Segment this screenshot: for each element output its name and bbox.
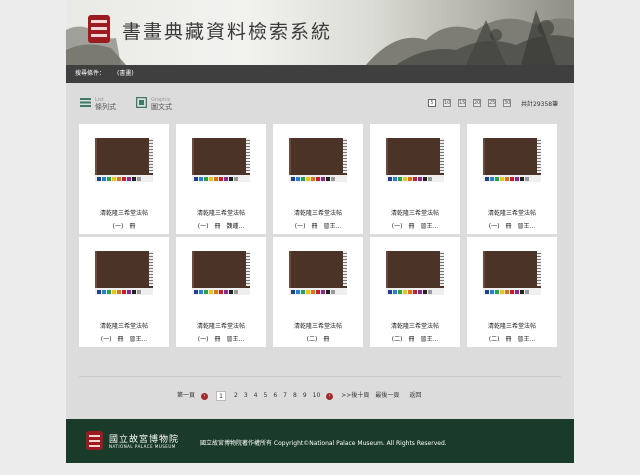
- artwork-thumbnail[interactable]: [192, 251, 250, 295]
- artwork-thumbnail[interactable]: [483, 251, 541, 295]
- page-number-link[interactable]: 3: [244, 391, 248, 401]
- page-size-option-10[interactable]: 10: [443, 99, 451, 107]
- color-calibration-strip: [483, 288, 541, 295]
- page-size-option-30[interactable]: 30: [503, 99, 511, 107]
- result-title[interactable]: 清乾隆三希堂法帖: [79, 321, 169, 330]
- graphic-view-icon: [136, 97, 147, 108]
- result-title[interactable]: 清乾隆三希堂法帖: [467, 208, 557, 217]
- page-size-option-5[interactable]: 5: [428, 99, 436, 107]
- result-title[interactable]: 清乾隆三希堂法帖: [79, 208, 169, 217]
- result-meta: (一) 冊晉王...: [294, 223, 342, 230]
- footer: 國立故宮博物院 NATIONAL PALACE MUSEUM 國立故宮博物院著作…: [66, 419, 574, 463]
- total-count: 共計29358筆: [521, 101, 559, 108]
- page-number-link[interactable]: 7: [283, 391, 287, 401]
- graphic-view-subtitle: 圖文式: [151, 103, 172, 111]
- search-condition-label: 搜尋條件：: [75, 70, 106, 77]
- result-card[interactable]: 清乾隆三希堂法帖 (一) 冊: [79, 124, 169, 234]
- first-page-link[interactable]: 第一頁: [177, 391, 195, 401]
- search-condition-bar: 搜尋條件： (書畫): [66, 65, 574, 83]
- result-meta: (一) 冊: [112, 223, 136, 230]
- page-number-link[interactable]: 2: [234, 391, 238, 401]
- color-calibration-strip: [386, 175, 444, 182]
- last-page-link[interactable]: 最後一頁: [375, 391, 399, 401]
- result-card[interactable]: 清乾隆三希堂法帖 (二) 冊晉王...: [370, 237, 460, 347]
- page-size-option-20[interactable]: 20: [473, 99, 481, 107]
- result-card[interactable]: 清乾隆三希堂法帖 (一) 冊魏鍾...: [176, 124, 266, 234]
- footer-copyright: 國立故宮博物院著作權所有 Copyright©National Palace M…: [200, 440, 447, 447]
- divider: [79, 376, 561, 377]
- result-title[interactable]: 清乾隆三希堂法帖: [273, 321, 363, 330]
- color-calibration-strip: [192, 288, 250, 295]
- result-title[interactable]: 清乾隆三希堂法帖: [370, 321, 460, 330]
- next-arrow-icon[interactable]: ›: [326, 392, 334, 400]
- artwork-thumbnail[interactable]: [289, 138, 347, 182]
- result-card[interactable]: 清乾隆三希堂法帖 (一) 冊晉王...: [273, 124, 363, 234]
- footer-logo[interactable]: [86, 431, 103, 450]
- result-title[interactable]: 清乾隆三希堂法帖: [370, 208, 460, 217]
- back-link[interactable]: 返回: [409, 391, 421, 401]
- page-size-option-15[interactable]: 15: [458, 99, 466, 107]
- result-card[interactable]: 清乾隆三希堂法帖 (一) 冊晉王...: [176, 237, 266, 347]
- artwork-thumbnail[interactable]: [483, 138, 541, 182]
- view-toolbar: List 條列式 Graphic 圖文式 5 10 15 20 25 30 共計29358…: [66, 93, 574, 115]
- artwork-thumbnail[interactable]: [95, 251, 153, 295]
- page-number-link[interactable]: 8: [293, 391, 297, 401]
- result-title[interactable]: 清乾隆三希堂法帖: [176, 321, 266, 330]
- page-size-options: 5 10 15 20 25 30: [428, 99, 518, 107]
- list-view-button[interactable]: List 條列式: [80, 97, 116, 112]
- color-calibration-strip: [192, 175, 250, 182]
- color-calibration-strip: [386, 288, 444, 295]
- result-title[interactable]: 清乾隆三希堂法帖: [176, 208, 266, 217]
- result-meta: (一) 冊晉王...: [488, 223, 536, 230]
- site-title: 書畫典藏資料檢索系統: [122, 21, 333, 43]
- prev-arrow-icon[interactable]: ‹: [201, 392, 209, 400]
- result-meta: (一) 冊晉王...: [197, 336, 245, 343]
- result-title[interactable]: 清乾隆三希堂法帖: [273, 208, 363, 217]
- color-calibration-strip: [289, 288, 347, 295]
- museum-logo[interactable]: [88, 15, 110, 43]
- result-meta: (二) 冊晉王...: [391, 336, 439, 343]
- list-view-icon: [80, 98, 91, 107]
- result-meta: (一) 冊晉王...: [100, 336, 148, 343]
- graphic-view-button[interactable]: Graphic 圖文式: [136, 97, 172, 112]
- color-calibration-strip: [289, 175, 347, 182]
- artwork-thumbnail[interactable]: [386, 138, 444, 182]
- color-calibration-strip: [483, 175, 541, 182]
- next-ten-pages-link[interactable]: >>後十頁: [341, 391, 369, 401]
- result-card[interactable]: 清乾隆三希堂法帖 (一) 冊晉王...: [79, 237, 169, 347]
- page-number-link[interactable]: 4: [254, 391, 258, 401]
- result-meta: (一) 冊魏鍾...: [197, 223, 245, 230]
- result-meta: (一) 冊晉王...: [391, 223, 439, 230]
- result-meta: (二) 冊: [306, 336, 330, 343]
- artwork-thumbnail[interactable]: [289, 251, 347, 295]
- result-title[interactable]: 清乾隆三希堂法帖: [467, 321, 557, 330]
- artwork-thumbnail[interactable]: [192, 138, 250, 182]
- page-size-option-25[interactable]: 25: [488, 99, 496, 107]
- list-view-subtitle: 條列式: [95, 103, 116, 111]
- footer-museum-name-en: NATIONAL PALACE MUSEUM: [109, 444, 176, 449]
- pagination: 第一頁 ‹ 1 2 3 4 5 6 7 8 9 10 › >>後十頁 最後一頁 返回: [177, 391, 427, 401]
- page-number-link[interactable]: 5: [264, 391, 268, 401]
- result-card[interactable]: 清乾隆三希堂法帖 (二) 冊晉王...: [467, 237, 557, 347]
- result-card[interactable]: 清乾隆三希堂法帖 (二) 冊: [273, 237, 363, 347]
- artwork-thumbnail[interactable]: [95, 138, 153, 182]
- artwork-thumbnail[interactable]: [386, 251, 444, 295]
- page-number-link[interactable]: 1: [216, 391, 227, 401]
- color-calibration-strip: [95, 175, 153, 182]
- page-number-link[interactable]: 9: [303, 391, 307, 401]
- page-number-list: 1 2 3 4 5 6 7 8 9 10: [216, 391, 326, 401]
- result-card[interactable]: 清乾隆三希堂法帖 (一) 冊晉王...: [467, 124, 557, 234]
- result-meta: (二) 冊晉王...: [488, 336, 536, 343]
- color-calibration-strip: [95, 288, 153, 295]
- result-card[interactable]: 清乾隆三希堂法帖 (一) 冊晉王...: [370, 124, 460, 234]
- page-number-link[interactable]: 10: [313, 391, 321, 401]
- header-banner: 書畫典藏資料檢索系統: [66, 0, 574, 65]
- page-number-link[interactable]: 6: [273, 391, 277, 401]
- search-condition-value: (書畫): [117, 70, 134, 77]
- page: 書畫典藏資料檢索系統 搜尋條件： (書畫) List 條列式 Graphic 圖文…: [66, 0, 574, 463]
